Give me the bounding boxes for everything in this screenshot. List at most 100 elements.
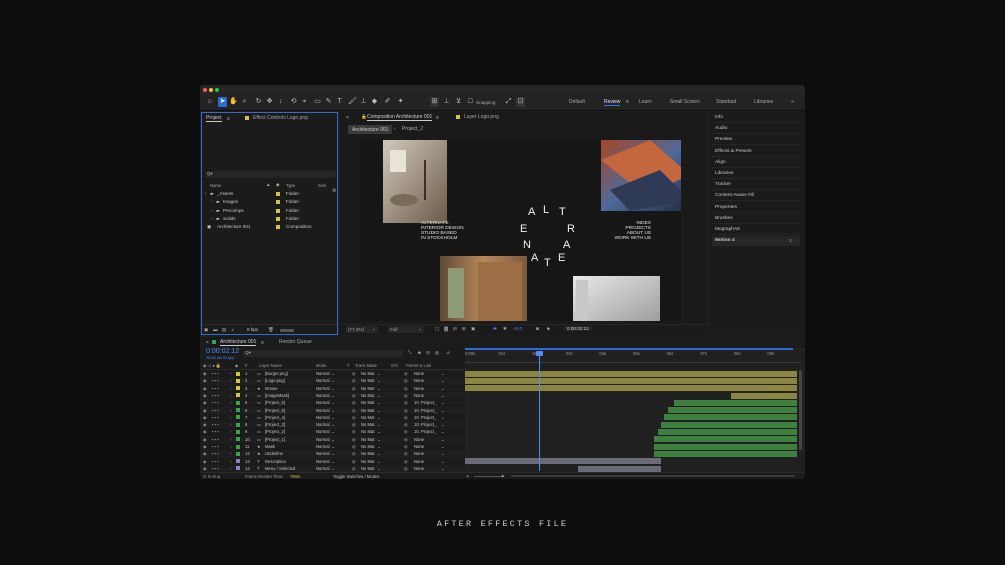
thumbnail-slider[interactable] bbox=[280, 329, 294, 332]
matte-source-icon[interactable]: ◎ bbox=[352, 429, 356, 434]
breadcrumb-project-2[interactable]: Project_2 bbox=[402, 126, 423, 132]
new-composition-icon[interactable]: ▤ bbox=[222, 327, 226, 333]
snapshot-icon[interactable]: ◙ bbox=[536, 326, 539, 331]
track-matte-dropdown[interactable]: No Mat ⌄ bbox=[361, 459, 381, 464]
panel-brushes[interactable]: Brushes bbox=[712, 214, 800, 224]
col-track-matte[interactable]: Track Matte bbox=[355, 363, 377, 368]
solo-lock-boxes[interactable]: ▪ ▪ ▪ bbox=[212, 393, 219, 398]
eye-icon[interactable]: ◉ bbox=[203, 400, 207, 405]
pick-whip-icon[interactable]: ◎ bbox=[404, 393, 408, 398]
project-item[interactable]: › ▰ Images Folder bbox=[202, 198, 337, 206]
matte-source-icon[interactable]: ◎ bbox=[352, 400, 356, 405]
parent-dropdown[interactable]: None bbox=[414, 437, 424, 442]
zoom-slider[interactable] bbox=[474, 476, 504, 477]
more-workspaces-icon[interactable]: » bbox=[791, 99, 794, 105]
label-swatch[interactable] bbox=[276, 216, 280, 221]
timeline-scrollbar[interactable] bbox=[799, 370, 802, 450]
layer-label-swatch[interactable] bbox=[236, 386, 240, 391]
matte-source-icon[interactable]: ◎ bbox=[352, 466, 356, 471]
col-t[interactable]: T bbox=[347, 363, 350, 368]
graph-editor-icon[interactable]: ⊿ bbox=[446, 350, 450, 356]
layer-label-swatch[interactable] bbox=[236, 371, 240, 376]
chevron-right-icon[interactable]: › bbox=[230, 393, 231, 398]
mode-dropdown[interactable]: Normal ⌄ bbox=[316, 429, 335, 434]
zoom-tool-icon[interactable]: ⌕ bbox=[240, 97, 249, 107]
eye-icon[interactable]: ◉ bbox=[203, 429, 207, 434]
draft-3d-icon[interactable]: ⤡ bbox=[408, 350, 412, 355]
panel-align[interactable]: Align bbox=[712, 158, 800, 168]
col-layer-name[interactable]: Layer Name bbox=[259, 363, 282, 368]
comp-timecode[interactable]: 0:00:02:12 bbox=[564, 326, 592, 331]
mode-dropdown[interactable]: Normal ⌄ bbox=[316, 371, 335, 376]
3d-view-icon[interactable]: ✚ bbox=[493, 326, 497, 332]
workspace-libraries[interactable]: Libraries bbox=[754, 99, 773, 105]
matte-source-icon[interactable]: ◎ bbox=[352, 378, 356, 383]
parent-dropdown[interactable]: None bbox=[414, 378, 424, 383]
grid-guides-icon[interactable]: ⊞ bbox=[462, 326, 466, 332]
eye-icon[interactable]: ◉ bbox=[203, 451, 207, 456]
layer-label-swatch[interactable] bbox=[236, 444, 240, 449]
chevron-right-icon[interactable]: › bbox=[230, 429, 231, 434]
panel-effects-presets[interactable]: Effects & Presets bbox=[712, 147, 800, 157]
solo-lock-boxes[interactable]: ▪ ▪ ▪ bbox=[212, 400, 219, 405]
roto-brush-tool-icon[interactable]: ✐ bbox=[383, 97, 392, 107]
layer-row[interactable]: ◉ ▪ ▪ ▪ › 4 ▭ [ImageMask] Normal ⌄ ◎ No Mat ⌄ ◎ None… bbox=[201, 391, 466, 400]
project-item[interactable]: › ▰ Precomps Folder bbox=[202, 207, 337, 215]
eye-icon[interactable]: ◉ bbox=[203, 393, 207, 398]
layer-duration-bar[interactable] bbox=[674, 399, 797, 406]
layer-name[interactable]: [Project_4] bbox=[265, 415, 285, 420]
home-icon[interactable]: ⌂ bbox=[205, 97, 214, 107]
pan-camera-icon[interactable]: ✥ bbox=[265, 97, 274, 107]
workspace-learn[interactable]: Learn bbox=[639, 99, 652, 105]
layer-name[interactable]: [Project_1] bbox=[265, 437, 285, 442]
layer-duration-bar[interactable] bbox=[660, 421, 797, 428]
pick-whip-icon[interactable]: ◎ bbox=[404, 386, 408, 391]
snapping-checkbox[interactable]: ☐ bbox=[466, 97, 475, 107]
chevron-right-icon[interactable]: › bbox=[230, 408, 231, 413]
project-item[interactable]: › ▰ Solids Folder bbox=[202, 215, 337, 223]
solo-lock-boxes[interactable]: ▪ ▪ ▪ bbox=[212, 459, 219, 464]
parent-dropdown[interactable]: 10. Project_ bbox=[414, 415, 436, 420]
solo-lock-boxes[interactable]: ▪ ▪ ▪ bbox=[212, 378, 219, 383]
layer-duration-bar[interactable] bbox=[654, 443, 797, 450]
label-swatch[interactable] bbox=[276, 208, 280, 213]
layer-row[interactable]: ◉ ▪ ▪ ▪ › 10 ▭ [Project_1] Normal ⌄ ◎ No Mat ⌄ ◎ Non… bbox=[201, 435, 466, 443]
parent-dropdown[interactable]: None bbox=[414, 444, 424, 449]
frame-blending-icon[interactable]: ⊟ bbox=[426, 350, 430, 356]
chevron-right-icon[interactable]: › bbox=[211, 216, 213, 221]
orbit-camera-icon[interactable]: ↻ bbox=[254, 97, 263, 107]
tab-project[interactable]: Project bbox=[206, 115, 222, 122]
layer-name[interactable]: [Project_6] bbox=[265, 400, 285, 405]
tab-timeline[interactable]: Architecture 001 bbox=[220, 339, 257, 346]
tab-effect-controls[interactable]: Effect Controls Logo.png bbox=[253, 115, 308, 121]
layer-label-swatch[interactable] bbox=[236, 451, 240, 456]
work-area-bar[interactable] bbox=[465, 348, 793, 350]
composition-viewer[interactable]: ALT ER NA ATE ALTERNATE INTERIOR DESIGN ST… bbox=[360, 140, 681, 321]
chevron-right-icon[interactable]: › bbox=[230, 422, 231, 427]
mode-dropdown[interactable]: Normal ⌄ bbox=[316, 466, 335, 471]
parent-dropdown[interactable]: 10. Project_ bbox=[414, 400, 436, 405]
layer-name[interactable]: [ImageMask] bbox=[265, 393, 289, 398]
chevron-right-icon[interactable]: › bbox=[230, 459, 231, 464]
mode-dropdown[interactable]: Normal ⌄ bbox=[316, 451, 335, 456]
chevron-right-icon[interactable]: › bbox=[211, 199, 213, 204]
brush-tool-icon[interactable]: 🖌 bbox=[348, 97, 357, 107]
mode-dropdown[interactable]: Normal ⌄ bbox=[316, 408, 335, 413]
solo-lock-boxes[interactable]: ▪ ▪ ▪ bbox=[212, 415, 219, 420]
pick-whip-icon[interactable]: ◎ bbox=[404, 415, 408, 420]
mode-dropdown[interactable]: Normal ⌄ bbox=[316, 393, 335, 398]
rotation-tool-icon[interactable]: ⟲ bbox=[289, 97, 298, 107]
clone-stamp-tool-icon[interactable]: ⊥ bbox=[359, 97, 368, 107]
column-type[interactable]: Type bbox=[286, 183, 295, 188]
time-ruler[interactable]: 0:00s01s02s03s04s05s06s07s08s09s bbox=[465, 351, 801, 358]
parent-dropdown[interactable]: 10. Project_ bbox=[414, 408, 436, 413]
layer-row[interactable]: ◉ ▪ ▪ ▪ › 12 ★ Underline Normal ⌄ ◎ No Mat ⌄ ◎ None ⌄ bbox=[201, 450, 466, 458]
eye-icon[interactable]: ◉ bbox=[203, 444, 207, 449]
axis-world-icon[interactable]: ⊻ bbox=[454, 97, 463, 107]
parent-dropdown[interactable]: 10. Project_ bbox=[414, 422, 436, 427]
chevron-right-icon[interactable]: › bbox=[230, 371, 231, 376]
project-item[interactable]: ▣ Architecture 001 Composition bbox=[202, 223, 337, 231]
motion-blur-icon[interactable]: ◍ bbox=[435, 350, 439, 356]
layer-row[interactable]: ◉ ▪ ▪ ▪ › 9 ▭ [Project_2] Normal ⌄ ◎ No Mat ⌄ ◎ 10. … bbox=[201, 428, 466, 435]
panel-tracker[interactable]: Tracker bbox=[712, 180, 800, 191]
